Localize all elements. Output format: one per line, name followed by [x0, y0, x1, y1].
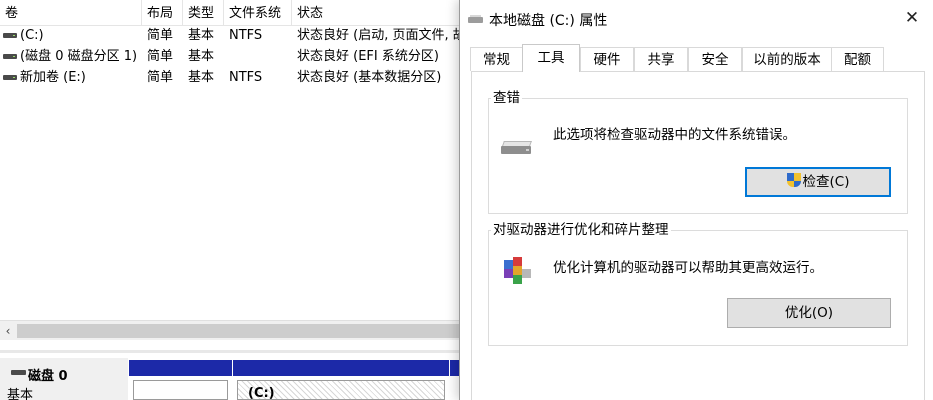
partition-label: (C:): [248, 386, 275, 400]
check-button-label: 检查(C): [802, 174, 850, 190]
partition-efi[interactable]: [129, 360, 232, 400]
tab-strip: 常规 工具 硬件 共享 安全 以前的版本 配额: [470, 44, 928, 72]
close-button[interactable]: ✕: [890, 0, 933, 36]
column-header-layout[interactable]: 布局: [142, 0, 183, 26]
partition-body: [133, 380, 228, 400]
disk-icon: [11, 370, 26, 375]
disk-name: 磁盘 0: [28, 369, 68, 384]
partition-bar: [233, 360, 449, 376]
partition-c[interactable]: (C:): [233, 360, 449, 400]
drive-icon: [501, 141, 535, 157]
drive-icon: [468, 15, 483, 23]
optimize-group: 对驱动器进行优化和碎片整理 优化计算机的驱动器可以帮助其更高效运行。 优化(O): [488, 222, 908, 346]
partition-body: (C:): [237, 380, 445, 400]
volume-name: (C:): [20, 28, 44, 43]
disk-type: 基本: [7, 388, 34, 400]
volume-filesystem: [229, 46, 292, 67]
volume-filesystem: NTFS: [229, 28, 263, 43]
tab-quota[interactable]: 配额: [831, 47, 884, 71]
tab-general[interactable]: 常规: [470, 47, 523, 71]
drive-icon: [3, 33, 17, 38]
disk-label[interactable]: 磁盘 0 基本: [0, 358, 128, 400]
volume-status: 状态良好 (启动, 页面文件, 故: [297, 28, 462, 43]
tab-security[interactable]: 安全: [688, 47, 742, 71]
volume-row[interactable]: (磁盘 0 磁盘分区 1) 简单 基本 状态良好 (EFI 系统分区): [0, 46, 462, 67]
check-button[interactable]: 检查(C): [745, 167, 891, 197]
column-header-volume[interactable]: 卷: [0, 0, 142, 26]
error-check-title: 查错: [491, 90, 522, 107]
error-check-description: 此选项将检查驱动器中的文件系统错误。: [553, 127, 796, 143]
column-header-filesystem[interactable]: 文件系统: [224, 0, 292, 26]
tab-previous-versions[interactable]: 以前的版本: [742, 47, 832, 71]
drive-icon: [3, 75, 17, 80]
volume-row[interactable]: (C:) 简单 基本 NTFS 状态良好 (启动, 页面文件, 故: [0, 25, 462, 46]
tools-panel: 查错 此选项将检查驱动器中的文件系统错误。 检查(C) 对驱动器进行优化和碎片整…: [471, 71, 925, 400]
volume-type: 基本: [188, 28, 215, 43]
volume-name: (磁盘 0 磁盘分区 1): [20, 49, 138, 64]
pane-splitter[interactable]: [0, 350, 462, 353]
partition-bar: [129, 360, 232, 376]
horizontal-scrollbar[interactable]: ‹: [0, 320, 462, 340]
dialog-title: 本地磁盘 (C:) 属性: [489, 13, 608, 29]
volume-status: 状态良好 (EFI 系统分区): [297, 49, 439, 64]
volume-filesystem: NTFS: [229, 70, 263, 85]
column-header-type[interactable]: 类型: [183, 0, 224, 26]
scroll-left-arrow-icon[interactable]: ‹: [0, 321, 16, 341]
tab-hardware[interactable]: 硬件: [580, 47, 634, 71]
drive-icon: [3, 54, 17, 59]
optimize-description: 优化计算机的驱动器可以帮助其更高效运行。: [553, 260, 823, 276]
properties-dialog: 本地磁盘 (C:) 属性 ✕ 常规 工具 硬件 共享 安全 以前的版本 配额 查…: [459, 0, 933, 400]
volume-layout: 简单: [147, 49, 174, 64]
shield-icon: [786, 173, 801, 189]
error-check-group: 查错 此选项将检查驱动器中的文件系统错误。 检查(C): [488, 90, 908, 214]
optimize-button[interactable]: 优化(O): [727, 298, 891, 328]
scrollbar-thumb[interactable]: [17, 324, 460, 338]
tab-sharing[interactable]: 共享: [634, 47, 688, 71]
volume-name: 新加卷 (E:): [20, 70, 86, 85]
screen: 卷 布局 类型 文件系统 状态 (C:) 简单 基本 NTFS 状态良好 (启动…: [0, 0, 933, 400]
volume-row[interactable]: 新加卷 (E:) 简单 基本 NTFS 状态良好 (基本数据分区): [0, 67, 462, 88]
optimize-title: 对驱动器进行优化和碎片整理: [491, 222, 671, 239]
volume-layout: 简单: [147, 70, 174, 85]
tab-tools[interactable]: 工具: [522, 44, 580, 72]
defrag-icon: [502, 257, 532, 287]
volume-layout: 简单: [147, 28, 174, 43]
volume-status: 状态良好 (基本数据分区): [297, 70, 442, 85]
title-bar[interactable]: 本地磁盘 (C:) 属性 ✕: [460, 0, 933, 40]
volume-type: 基本: [188, 49, 215, 64]
disk-map: 磁盘 0 基本 (C:): [0, 358, 462, 400]
volume-type: 基本: [188, 70, 215, 85]
